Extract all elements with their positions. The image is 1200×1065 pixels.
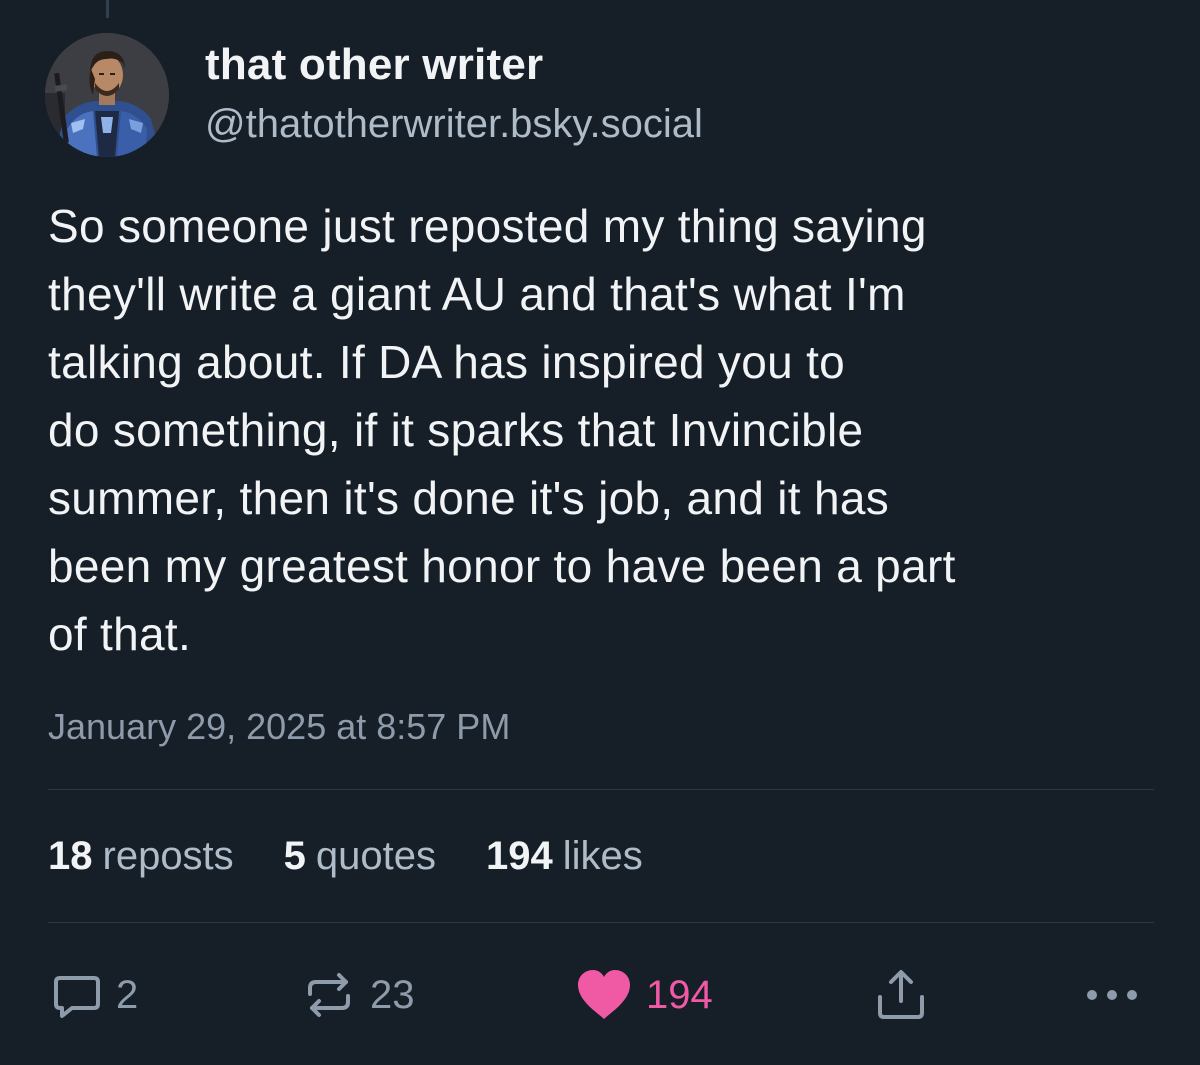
quotes-label: quotes bbox=[315, 834, 437, 878]
likes-count: 194 bbox=[486, 834, 553, 878]
more-dots-icon bbox=[1087, 990, 1137, 1000]
reply-button[interactable]: 2 bbox=[52, 962, 138, 1028]
reposts-count: 18 bbox=[48, 834, 93, 878]
quotes-stat[interactable]: 5 quotes bbox=[284, 834, 436, 879]
more-options-button[interactable] bbox=[1084, 962, 1140, 1028]
reposts-label: reposts bbox=[102, 834, 234, 878]
quotes-count: 5 bbox=[283, 834, 306, 878]
likes-label: likes bbox=[562, 834, 643, 878]
reply-bubble-icon bbox=[54, 976, 100, 1018]
author-handle[interactable]: @thatotherwriter.bsky.social bbox=[205, 102, 703, 147]
repost-count: 23 bbox=[370, 972, 415, 1017]
repost-arrows-icon bbox=[308, 973, 350, 1017]
share-icon bbox=[878, 970, 924, 1019]
repost-button[interactable]: 23 bbox=[302, 962, 415, 1028]
post-timestamp: January 29, 2025 at 8:57 PM bbox=[48, 706, 511, 747]
thread-connector-line bbox=[106, 0, 109, 18]
author-display-name[interactable]: that other writer bbox=[205, 40, 543, 90]
likes-stat[interactable]: 194 likes bbox=[486, 834, 643, 879]
engagement-stats: 18 reposts 5 quotes 194 likes bbox=[48, 834, 693, 879]
avatar-armored-character-icon bbox=[45, 33, 169, 157]
like-button[interactable]: 194 bbox=[576, 962, 713, 1028]
post-actions-bar: 2 23 194 bbox=[0, 962, 1200, 1032]
share-button[interactable] bbox=[874, 962, 928, 1028]
reposts-stat[interactable]: 18 reposts bbox=[48, 834, 234, 879]
avatar[interactable] bbox=[45, 33, 169, 157]
post-text: So someone just reposted my thing saying… bbox=[48, 200, 956, 660]
heart-icon bbox=[578, 970, 630, 1019]
reply-count: 2 bbox=[116, 972, 139, 1017]
divider bbox=[48, 789, 1154, 790]
divider bbox=[48, 922, 1154, 923]
like-count: 194 bbox=[646, 972, 713, 1017]
